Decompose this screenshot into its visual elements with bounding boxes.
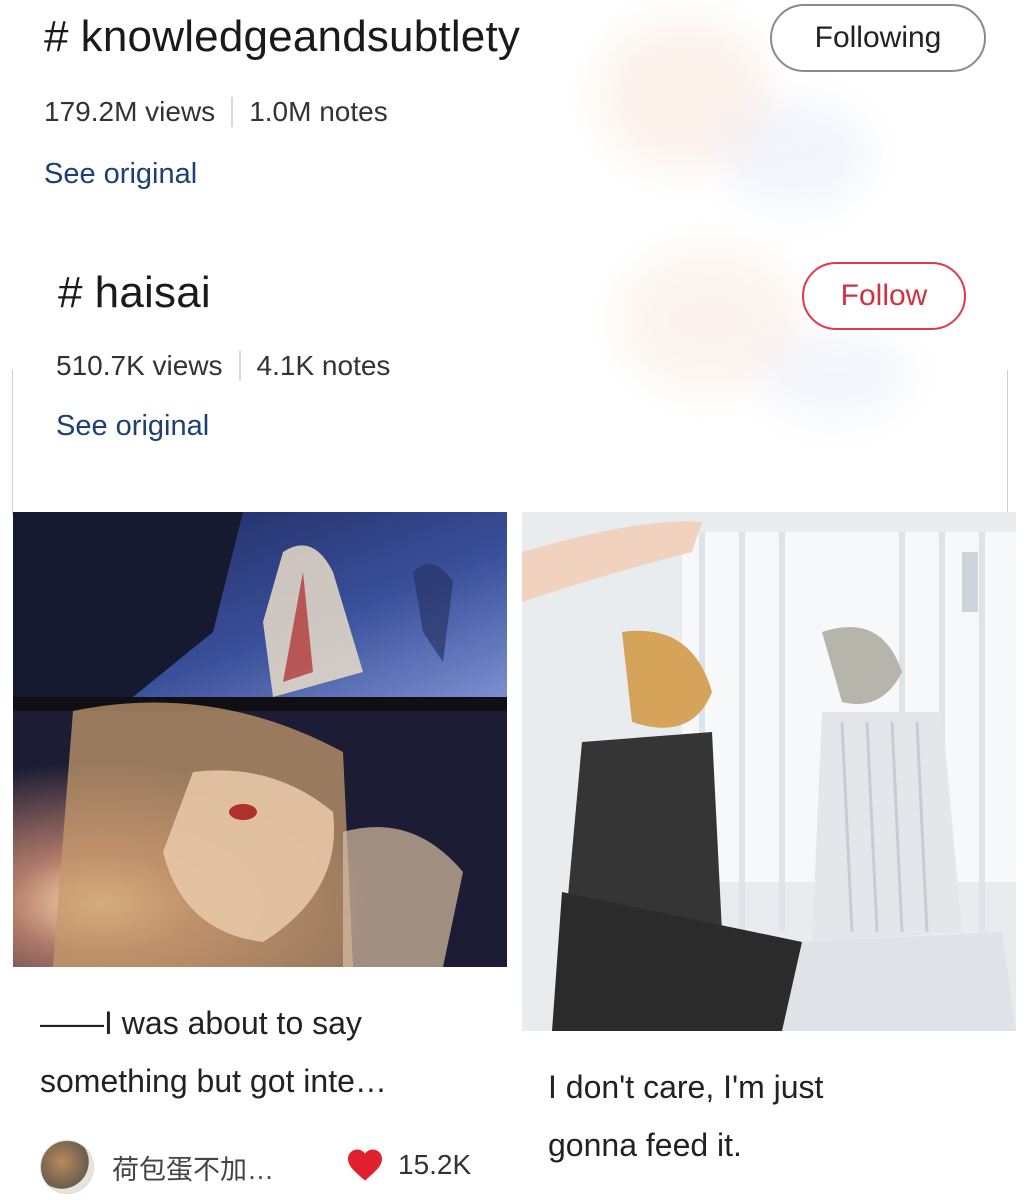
follow-button[interactable]: Follow <box>802 262 966 330</box>
following-button-label: Following <box>814 21 942 54</box>
artwork-illustration <box>13 512 507 967</box>
tag-name: knowledgeandsubtlety <box>80 12 521 61</box>
tag-stats: 179.2M views 1.0M notes <box>44 96 388 128</box>
post-caption-line: ——I was about to say <box>40 1005 362 1041</box>
post-caption-line: I don't care, I'm just <box>548 1069 824 1105</box>
tag-title[interactable]: # haisai <box>58 268 211 318</box>
see-original-link[interactable]: See original <box>56 410 209 443</box>
hash-icon: # <box>58 268 83 317</box>
see-original-link[interactable]: See original <box>44 158 197 191</box>
post-image[interactable] <box>13 512 507 967</box>
tag-stats: 510.7K views 4.1K notes <box>56 350 390 382</box>
tag-name: haisai <box>94 268 211 317</box>
post-caption-line: gonna feed it. <box>548 1127 742 1163</box>
stats-divider <box>238 351 241 381</box>
following-button[interactable]: Following <box>770 4 986 72</box>
post-caption[interactable]: I don't care, I'm just gonna feed it. <box>548 1058 1008 1174</box>
post-image[interactable] <box>522 512 1016 1031</box>
notes-count: 1.0M notes <box>249 96 388 127</box>
like-button[interactable]: 15.2K <box>346 1148 471 1182</box>
tag-title[interactable]: # knowledgeandsubtlety <box>44 12 520 62</box>
heart-icon <box>348 1149 382 1181</box>
post-caption[interactable]: ——I was about to say something but got i… <box>40 994 500 1110</box>
hash-icon: # <box>44 12 69 61</box>
views-count: 510.7K views <box>56 350 223 381</box>
post-caption-line: something but got inte… <box>40 1063 387 1099</box>
follow-button-label: Follow <box>840 279 928 312</box>
avatar <box>40 1140 94 1194</box>
author-name: 荷包蛋不加… <box>112 1154 274 1185</box>
notes-count: 4.1K notes <box>256 350 391 381</box>
post-author[interactable]: 荷包蛋不加… <box>40 1140 274 1194</box>
artwork-illustration <box>522 512 1016 1031</box>
background-logo-decoration <box>720 100 870 210</box>
like-count: 15.2K <box>398 1149 472 1180</box>
stats-divider <box>231 97 234 127</box>
views-count: 179.2M views <box>44 96 216 127</box>
